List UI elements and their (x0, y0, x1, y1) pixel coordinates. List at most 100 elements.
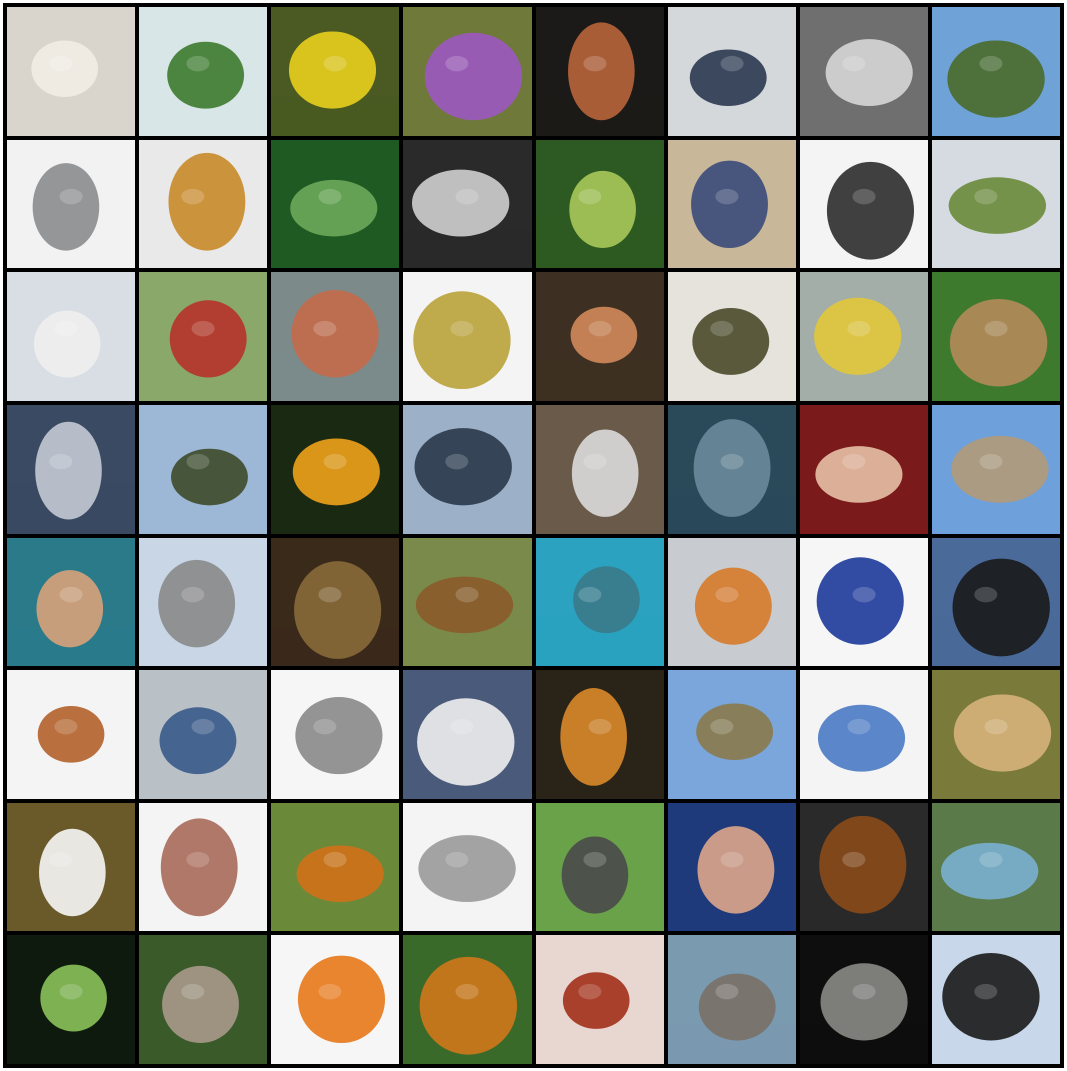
tile-art (667, 973, 796, 1064)
image-tile-mountain (139, 404, 268, 534)
tile-art (7, 706, 136, 799)
tile-subject (695, 703, 773, 761)
tile-highlight (852, 586, 876, 602)
tile-art (667, 160, 796, 269)
tile-highlight (577, 586, 601, 602)
tile-highlight (588, 719, 612, 735)
tile-highlight (49, 55, 73, 72)
image-tile-plains-sky (667, 670, 796, 799)
tile-highlight (582, 851, 606, 868)
tile-subject (948, 176, 1046, 234)
image-tile-dusk-trees (931, 537, 1060, 667)
tile-art (403, 698, 532, 799)
image-tile-vending-machine (271, 670, 400, 799)
image-tile-egret (7, 802, 136, 932)
tile-art (139, 448, 268, 534)
tile-highlight (450, 321, 474, 337)
image-tile-tram (799, 272, 928, 401)
image-grid (3, 3, 1064, 1068)
tile-highlight (445, 453, 469, 470)
tile-subject (160, 818, 238, 916)
tile-art (535, 565, 664, 667)
tile-art (139, 41, 268, 136)
tile-highlight (323, 851, 347, 868)
tile-highlight (313, 719, 337, 735)
tile-highlight (588, 321, 612, 337)
tile-highlight (191, 321, 215, 337)
tile-highlight (577, 188, 601, 204)
image-tile-blue-bag (799, 537, 928, 667)
tile-subject (562, 972, 630, 1030)
image-tile-grey-bird (535, 802, 664, 932)
tile-subject (291, 290, 379, 378)
tile-art (7, 310, 136, 401)
tile-highlight (847, 719, 871, 735)
tile-highlight (852, 984, 876, 1000)
tile-art (7, 828, 136, 932)
tile-subject (698, 973, 776, 1041)
tile-highlight (186, 851, 210, 868)
tile-subject (951, 435, 1049, 503)
tile-art (535, 972, 664, 1064)
tile-art (271, 179, 400, 269)
tile-subject (953, 694, 1052, 772)
tile-ground (535, 362, 664, 401)
tile-art (667, 703, 796, 799)
tile-subject (412, 169, 510, 237)
tile-subject (36, 569, 104, 647)
image-tile-green-fruit-plant (535, 139, 664, 269)
tile-art (271, 845, 400, 932)
image-tile-butterfly-flowers (403, 935, 532, 1064)
tile-art (139, 966, 268, 1064)
tile-highlight (577, 984, 601, 1000)
tile-art (931, 558, 1060, 667)
tile-subject (947, 40, 1045, 118)
tile-art (535, 836, 664, 932)
tile-highlight (54, 321, 78, 337)
image-tile-grey-machine (403, 139, 532, 269)
tile-subject (416, 576, 514, 633)
tile-art (403, 291, 532, 401)
tile-subject (825, 39, 913, 107)
tile-art (667, 567, 796, 667)
tile-art (667, 419, 796, 534)
tile-art (931, 176, 1060, 269)
tile-highlight (318, 188, 342, 204)
image-tile-pug-dog (7, 537, 136, 667)
tile-highlight (582, 453, 606, 470)
image-tile-two-women-portrait (7, 7, 136, 136)
tile-art (139, 559, 268, 667)
image-tile-snake (667, 272, 796, 401)
tile-highlight (191, 719, 215, 735)
tile-subject (159, 707, 237, 775)
tile-highlight (181, 188, 205, 204)
tile-subject (295, 697, 383, 775)
image-tile-yellow-flowers (271, 7, 400, 136)
image-tile-spider (403, 272, 532, 401)
tile-subject (559, 688, 627, 786)
tile-art (931, 842, 1060, 932)
tile-highlight (318, 586, 342, 602)
tile-subject (167, 41, 245, 109)
tile-subject (418, 834, 517, 902)
image-tile-white-rv (7, 272, 136, 401)
tile-art (403, 834, 532, 932)
tile-highlight (974, 984, 998, 1000)
tile-highlight (984, 321, 1008, 337)
tile-art (931, 435, 1060, 534)
tile-subject (813, 297, 901, 376)
tile-subject (162, 966, 240, 1044)
tile-highlight (318, 984, 342, 1000)
tile-highlight (715, 984, 739, 1000)
tile-highlight (842, 453, 866, 470)
tile-subject (413, 291, 511, 390)
image-tile-ostrich-neck (799, 935, 928, 1064)
tile-highlight (974, 188, 998, 204)
tile-art (799, 297, 928, 401)
image-tile-store-aisle (535, 404, 664, 534)
tile-highlight (852, 188, 876, 204)
image-tile-dog-sketch (799, 7, 928, 136)
tile-art (139, 818, 268, 932)
tile-art (7, 964, 136, 1064)
image-tile-underwater (535, 537, 664, 667)
